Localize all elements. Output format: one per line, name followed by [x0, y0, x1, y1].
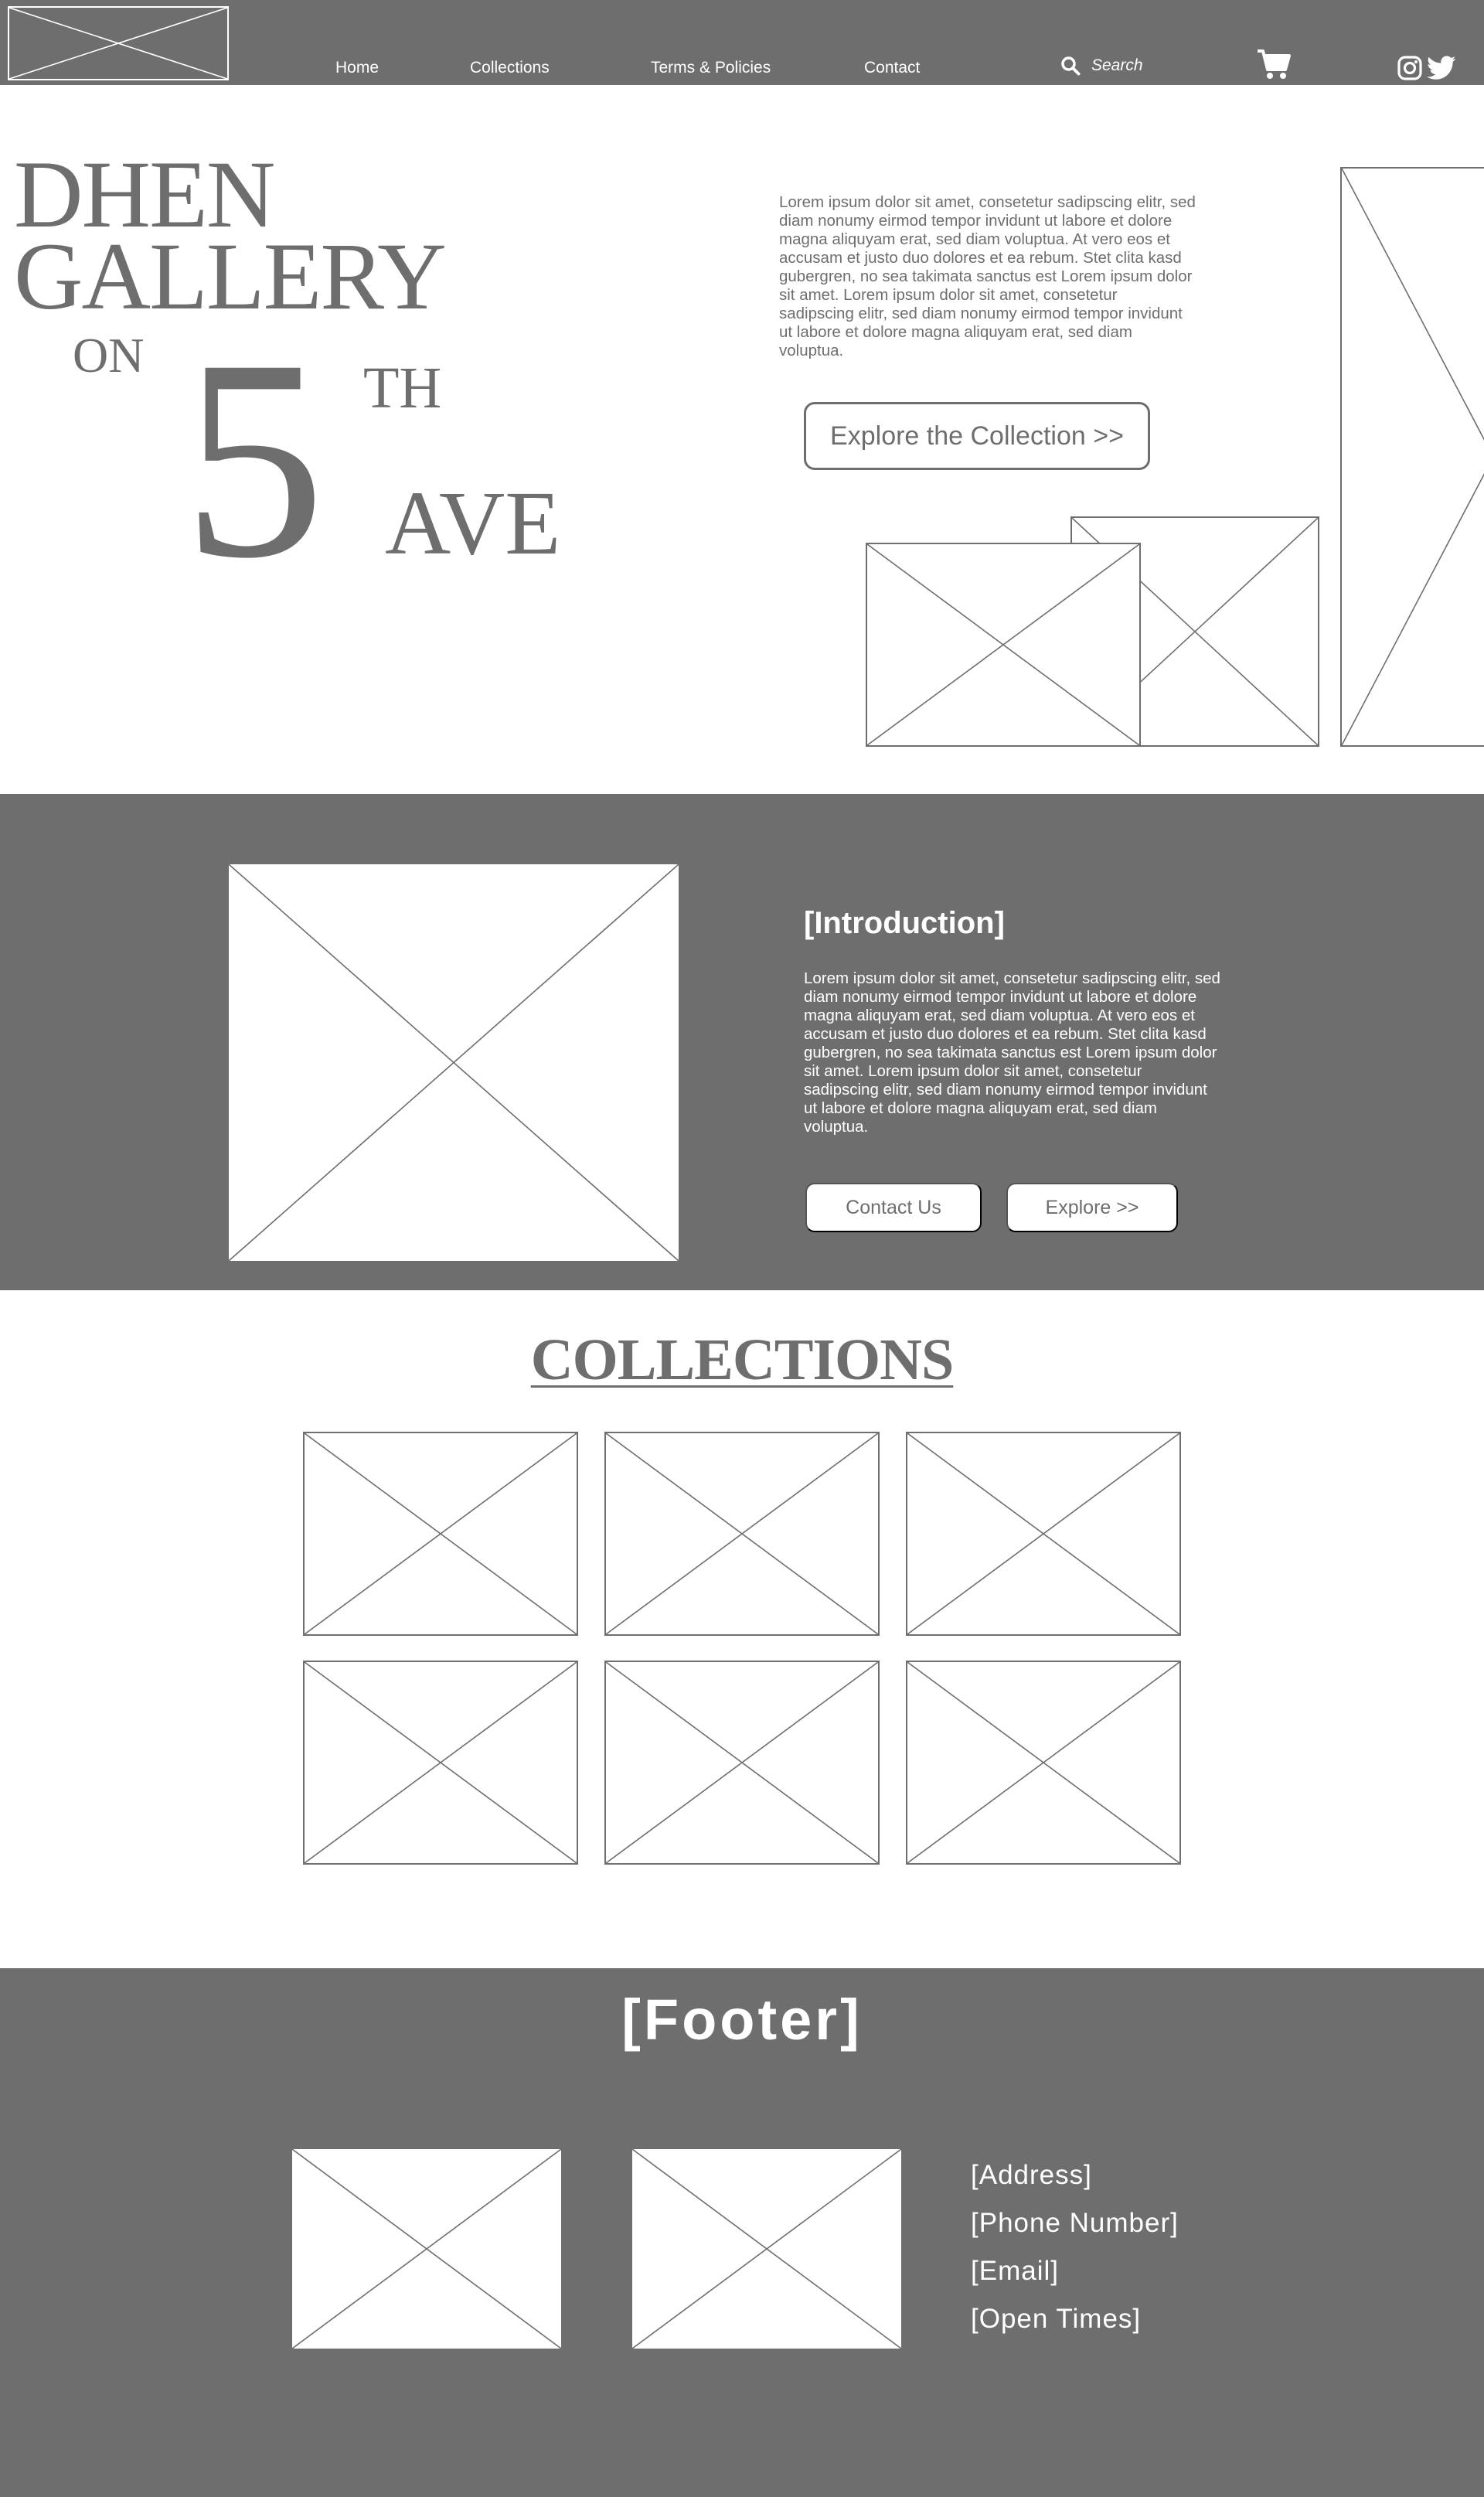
- explore-collection-button[interactable]: Explore the Collection >>: [804, 402, 1150, 470]
- contact-us-button[interactable]: Contact Us: [805, 1183, 982, 1232]
- hero-number: 5: [182, 301, 325, 618]
- hero-image-right: [1340, 167, 1484, 747]
- hero-ave: AVE: [385, 472, 561, 574]
- hero-description: Lorem ipsum dolor sit amet, consetetur s…: [779, 193, 1196, 359]
- footer-title: [Footer]: [621, 1988, 863, 2052]
- hero-suffix: TH: [363, 356, 442, 421]
- twitter-icon[interactable]: [1427, 56, 1456, 80]
- hero-image-front: [866, 543, 1141, 747]
- search-control[interactable]: Search: [1060, 56, 1143, 76]
- collection-item[interactable]: [303, 1661, 578, 1865]
- cart-icon[interactable]: [1257, 48, 1291, 80]
- footer-email: [Email]: [971, 2256, 1059, 2286]
- footer-phone: [Phone Number]: [971, 2208, 1179, 2238]
- explore-button[interactable]: Explore >>: [1006, 1183, 1178, 1232]
- nav-link-collections[interactable]: Collections: [470, 59, 550, 77]
- intro-image: [227, 863, 680, 1262]
- footer-open-times: [Open Times]: [971, 2304, 1142, 2334]
- intro-title: [Introduction]: [804, 906, 1005, 940]
- search-label: Search: [1091, 56, 1143, 74]
- footer-address: [Address]: [971, 2160, 1092, 2190]
- logo-placeholder[interactable]: [8, 6, 229, 80]
- nav-link-home[interactable]: Home: [335, 59, 379, 77]
- nav-link-terms-policies[interactable]: Terms & Policies: [651, 59, 771, 77]
- collection-item[interactable]: [303, 1432, 578, 1636]
- intro-section: [0, 794, 1484, 1290]
- hero-on: ON: [73, 328, 145, 383]
- collection-item[interactable]: [906, 1432, 1181, 1636]
- collection-item[interactable]: [604, 1661, 880, 1865]
- top-nav: Home Collections Terms & Policies Contac…: [0, 0, 1484, 85]
- search-icon: [1061, 56, 1081, 76]
- instagram-icon[interactable]: [1397, 56, 1422, 80]
- footer-image-right: [631, 2148, 903, 2350]
- collection-item[interactable]: [906, 1661, 1181, 1865]
- collections-title-text: COLLECTIONS: [530, 1327, 954, 1392]
- collection-item[interactable]: [604, 1432, 880, 1636]
- collections-title: COLLECTIONS: [0, 1327, 1484, 1394]
- footer-image-left: [291, 2148, 563, 2350]
- intro-description: Lorem ipsum dolor sit amet, consetetur s…: [804, 969, 1220, 1136]
- nav-link-contact[interactable]: Contact: [864, 59, 920, 77]
